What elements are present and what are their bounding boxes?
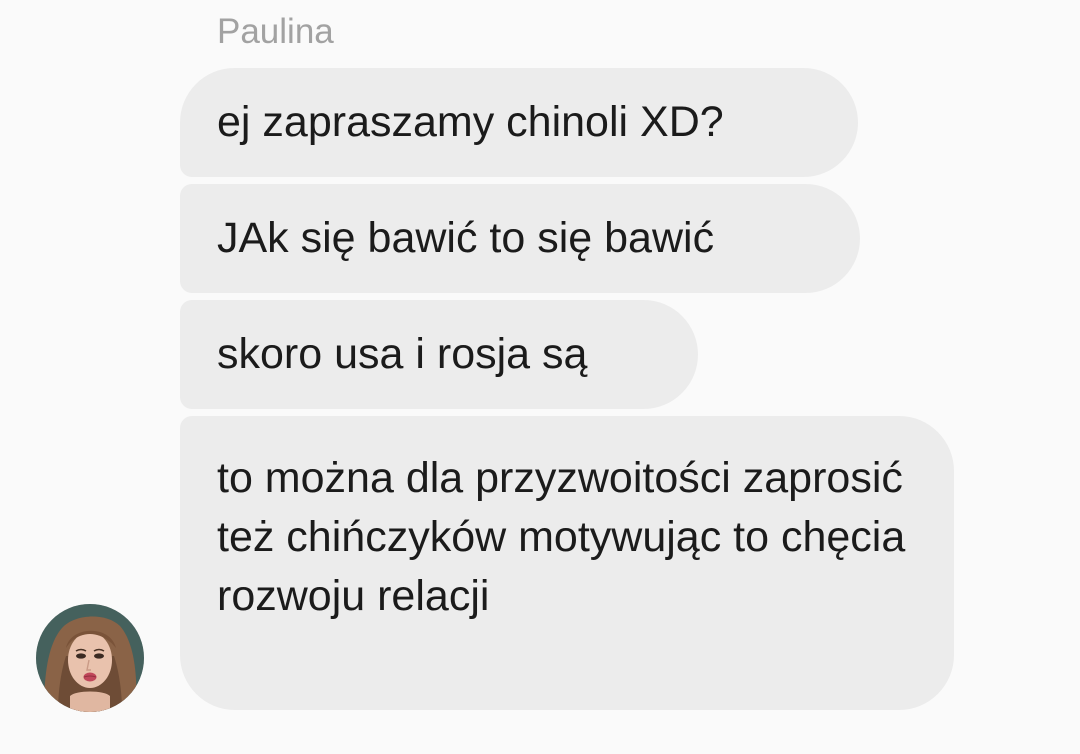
message-text: skoro usa i rosja są [217,330,588,378]
message-text: JAk się bawić to się bawić [217,214,715,262]
message-bubble[interactable]: JAk się bawić to się bawić [180,184,860,293]
message-text: to można dla przyzwoitości zaprosić też … [217,454,906,620]
sender-name: Paulina [217,12,334,51]
message-text: ej zapraszamy chinoli XD? [217,98,724,146]
message-bubble[interactable]: ej zapraszamy chinoli XD? [180,68,858,177]
message-bubble[interactable]: to można dla przyzwoitości zaprosić też … [180,416,954,710]
message-bubble[interactable]: skoro usa i rosja są [180,300,698,409]
user-photo-avatar-icon [36,604,144,712]
sender-avatar[interactable] [36,604,144,712]
